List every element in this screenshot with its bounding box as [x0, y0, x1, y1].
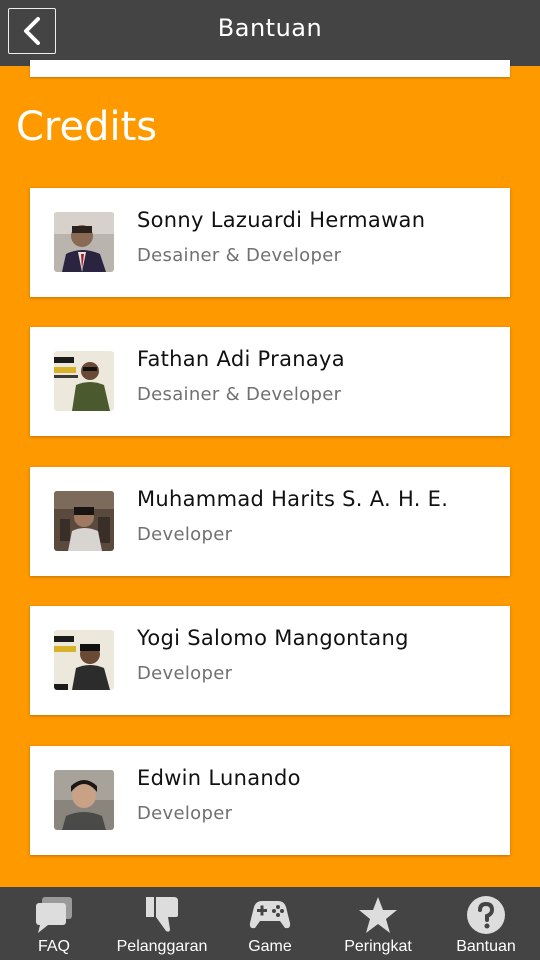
nav-item-faq[interactable]: FAQ	[0, 887, 108, 960]
page-title: Bantuan	[217, 14, 323, 42]
nav-label: Pelanggaran	[116, 938, 208, 955]
avatar	[54, 351, 114, 411]
avatar	[54, 491, 114, 551]
gamepad-icon	[248, 895, 292, 935]
credit-role: Desainer & Developer	[137, 384, 342, 405]
avatar	[54, 770, 114, 830]
credit-card[interactable]: Yogi Salomo Mangontang Developer	[30, 606, 510, 715]
chat-bubbles-icon	[32, 895, 76, 935]
avatar	[54, 212, 114, 272]
section-heading: Credits	[16, 104, 158, 150]
star-icon	[356, 895, 400, 935]
credit-name: Edwin Lunando	[137, 766, 301, 790]
credit-role: Developer	[137, 524, 233, 545]
credit-card[interactable]: Edwin Lunando Developer	[30, 746, 510, 855]
nav-label: Bantuan	[456, 938, 516, 955]
nav-item-game[interactable]: Game	[216, 887, 324, 960]
top-app-bar: Bantuan	[0, 0, 540, 66]
nav-label: FAQ	[37, 938, 70, 955]
credit-card[interactable]: Muhammad Harits S. A. H. E. Developer	[30, 467, 510, 576]
nav-label: Game	[248, 938, 292, 955]
credit-name: Yogi Salomo Mangontang	[137, 626, 409, 650]
credit-card[interactable]: Fathan Adi Pranaya Desainer & Developer	[30, 327, 510, 436]
nav-item-peringkat[interactable]: Peringkat	[324, 887, 432, 960]
nav-label: Peringkat	[344, 938, 412, 955]
nav-item-bantuan[interactable]: Bantuan	[432, 887, 540, 960]
bottom-navigation: FAQ Pelanggaran Game Peringkat Bantuan	[0, 887, 540, 960]
credit-card[interactable]: Sonny Lazuardi Hermawan Desainer & Devel…	[30, 188, 510, 297]
thumbs-down-icon	[140, 895, 184, 935]
credit-role: Developer	[137, 663, 233, 684]
avatar	[54, 630, 114, 690]
previous-card-edge	[30, 60, 510, 77]
credit-name: Sonny Lazuardi Hermawan	[137, 208, 426, 232]
nav-item-pelanggaran[interactable]: Pelanggaran	[108, 887, 216, 960]
credit-name: Fathan Adi Pranaya	[137, 347, 345, 371]
credit-role: Desainer & Developer	[137, 245, 342, 266]
credit-name: Muhammad Harits S. A. H. E.	[137, 487, 449, 511]
credit-role: Developer	[137, 803, 233, 824]
question-circle-icon	[464, 895, 508, 935]
